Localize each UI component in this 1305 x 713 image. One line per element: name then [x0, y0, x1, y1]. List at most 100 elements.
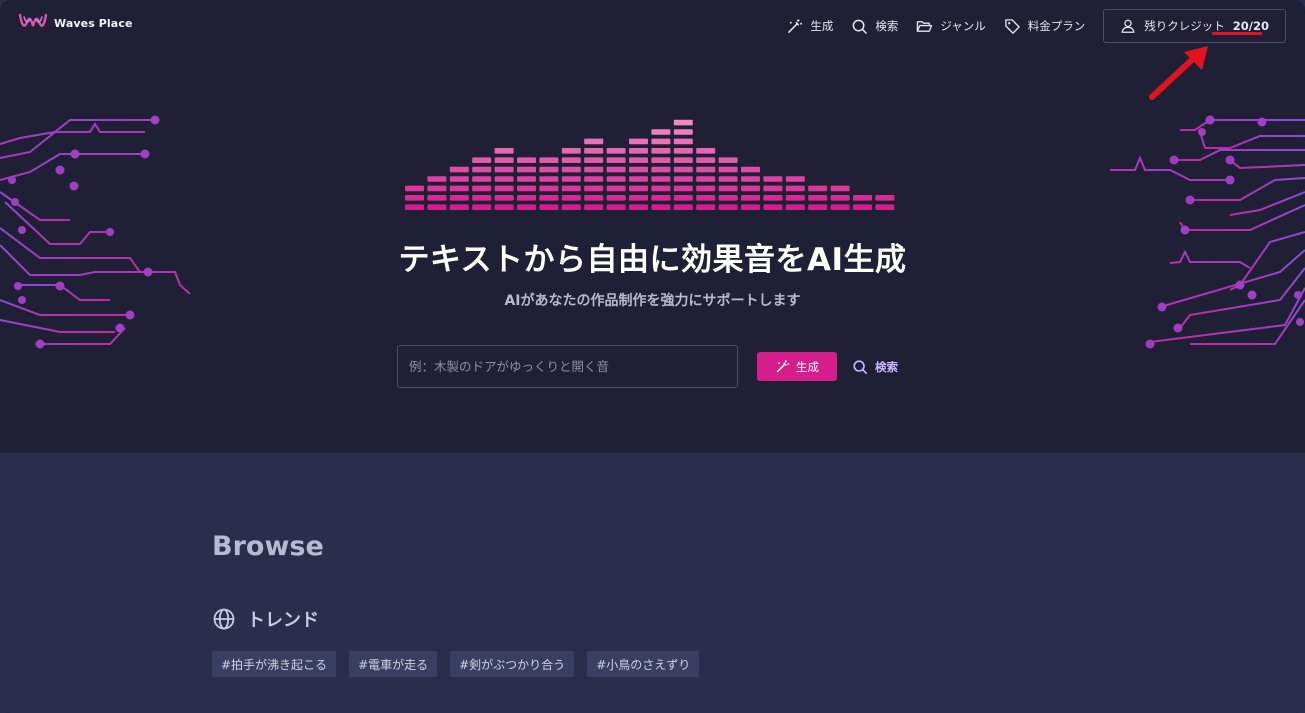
trend-tag[interactable]: #剣がぶつかり合う	[450, 651, 575, 677]
equalizer-segment	[741, 204, 760, 210]
equalizer-segment	[718, 166, 738, 173]
equalizer-segment	[539, 195, 559, 201]
equalizer-segment	[539, 204, 559, 210]
equalizer-segment	[651, 138, 671, 145]
trend-label: トレンド	[247, 610, 319, 631]
hero-subtitle: AIがあなたの作品制作を強力にサポートします	[504, 293, 801, 309]
equalizer-segment	[449, 166, 469, 173]
equalizer-segment	[718, 204, 738, 210]
equalizer-graphic-icon	[405, 119, 895, 210]
equalizer-segment	[561, 185, 581, 192]
generate-button[interactable]: 生成	[757, 352, 837, 381]
equalizer-segment	[763, 204, 783, 210]
nav-genre-label: ジャンル	[940, 19, 986, 33]
sound-prompt-input[interactable]	[397, 345, 738, 388]
search-button-label: 検索	[875, 359, 898, 374]
equalizer-segment	[606, 185, 626, 192]
equalizer-segment	[651, 129, 671, 135]
annotation-arrow-icon	[1149, 46, 1208, 100]
equalizer-segment	[539, 166, 559, 173]
search-icon	[852, 19, 868, 34]
equalizer-segment	[606, 166, 626, 173]
equalizer-segment	[718, 176, 738, 182]
user-icon	[1121, 19, 1135, 33]
equalizer-segment	[606, 195, 626, 201]
search-icon	[853, 359, 868, 374]
trend-heading: トレンド	[212, 606, 319, 632]
equalizer-segment	[651, 185, 671, 192]
equalizer-segment	[629, 195, 648, 201]
equalizer-segment	[561, 166, 581, 173]
equalizer-segment	[696, 157, 716, 163]
logo[interactable]: Waves Place	[18, 12, 133, 34]
equalizer-segment	[494, 176, 514, 182]
hero-title: テキストから自由に効果音をAI生成	[398, 242, 907, 278]
equalizer-segment	[696, 166, 716, 173]
nav-generate[interactable]: 生成	[786, 10, 833, 43]
equalizer-segment	[494, 157, 514, 163]
equalizer-segment	[405, 204, 424, 210]
equalizer-segment	[561, 176, 581, 182]
annotation-underline	[1212, 32, 1263, 35]
equalizer-segment	[494, 195, 514, 201]
equalizer-segment	[673, 148, 693, 154]
equalizer-segment	[696, 176, 716, 182]
equalizer-segment	[830, 195, 850, 201]
equalizer-segment	[741, 166, 760, 173]
equalizer-segment	[472, 204, 492, 210]
equalizer-segment	[696, 185, 716, 192]
equalizer-segment	[785, 204, 805, 210]
equalizer-segment	[494, 185, 514, 192]
folder-open-icon	[917, 20, 933, 32]
equalizer-segment	[561, 195, 581, 201]
equalizer-segment	[673, 195, 693, 201]
equalizer-segment	[494, 166, 514, 173]
equalizer-segment	[696, 204, 716, 210]
equalizer-segment	[517, 204, 536, 210]
equalizer-segment	[808, 185, 828, 192]
equalizer-segment	[673, 166, 693, 173]
equalizer-segment	[651, 148, 671, 154]
equalizer-segment	[673, 204, 693, 210]
equalizer-segment	[584, 204, 604, 210]
hero-section: Waves Place 生成 検索 ジャンル 料金プラン 残りクレジット 20/…	[0, 0, 1305, 453]
equalizer-segment	[606, 204, 626, 210]
nav-pricing-label: 料金プラン	[1027, 19, 1086, 33]
equalizer-segment	[830, 204, 850, 210]
equalizer-segment	[651, 166, 671, 173]
equalizer-segment	[405, 195, 424, 201]
equalizer-segment	[718, 185, 738, 192]
trend-tag[interactable]: #小鳥のさえずり	[587, 651, 700, 677]
equalizer-segment	[584, 138, 604, 145]
equalizer-segment	[405, 185, 424, 192]
search-button[interactable]: 検索	[852, 352, 910, 381]
browse-title: Browse	[212, 531, 324, 562]
trend-tag[interactable]: #拍手が沸き起こる	[212, 651, 337, 677]
nav-search[interactable]: 検索	[851, 10, 898, 43]
waves-logo-icon	[18, 13, 48, 27]
equalizer-segment	[673, 157, 693, 163]
equalizer-segment	[673, 176, 693, 182]
equalizer-segment	[673, 119, 693, 126]
equalizer-segment	[629, 176, 648, 182]
equalizer-segment	[472, 185, 492, 192]
credits-button[interactable]: 残りクレジット 20/20	[1103, 9, 1286, 43]
tag-icon	[1005, 18, 1020, 34]
equalizer-segment	[472, 176, 492, 182]
equalizer-segment	[517, 195, 536, 201]
equalizer-segment	[741, 176, 760, 182]
equalizer-segment	[584, 185, 604, 192]
equalizer-segment	[606, 176, 626, 182]
equalizer-segment	[629, 204, 648, 210]
equalizer-segment	[584, 157, 604, 163]
trend-tag[interactable]: #電車が走る	[349, 651, 438, 677]
equalizer-segment	[673, 138, 693, 145]
equalizer-segment	[629, 185, 648, 192]
equalizer-segment	[629, 138, 648, 145]
equalizer-segment	[651, 204, 671, 210]
nav-pricing[interactable]: 料金プラン	[1004, 10, 1086, 43]
equalizer-segment	[472, 166, 492, 173]
equalizer-segment	[449, 185, 469, 192]
nav-genre[interactable]: ジャンル	[916, 10, 986, 43]
equalizer-segment	[561, 157, 581, 163]
